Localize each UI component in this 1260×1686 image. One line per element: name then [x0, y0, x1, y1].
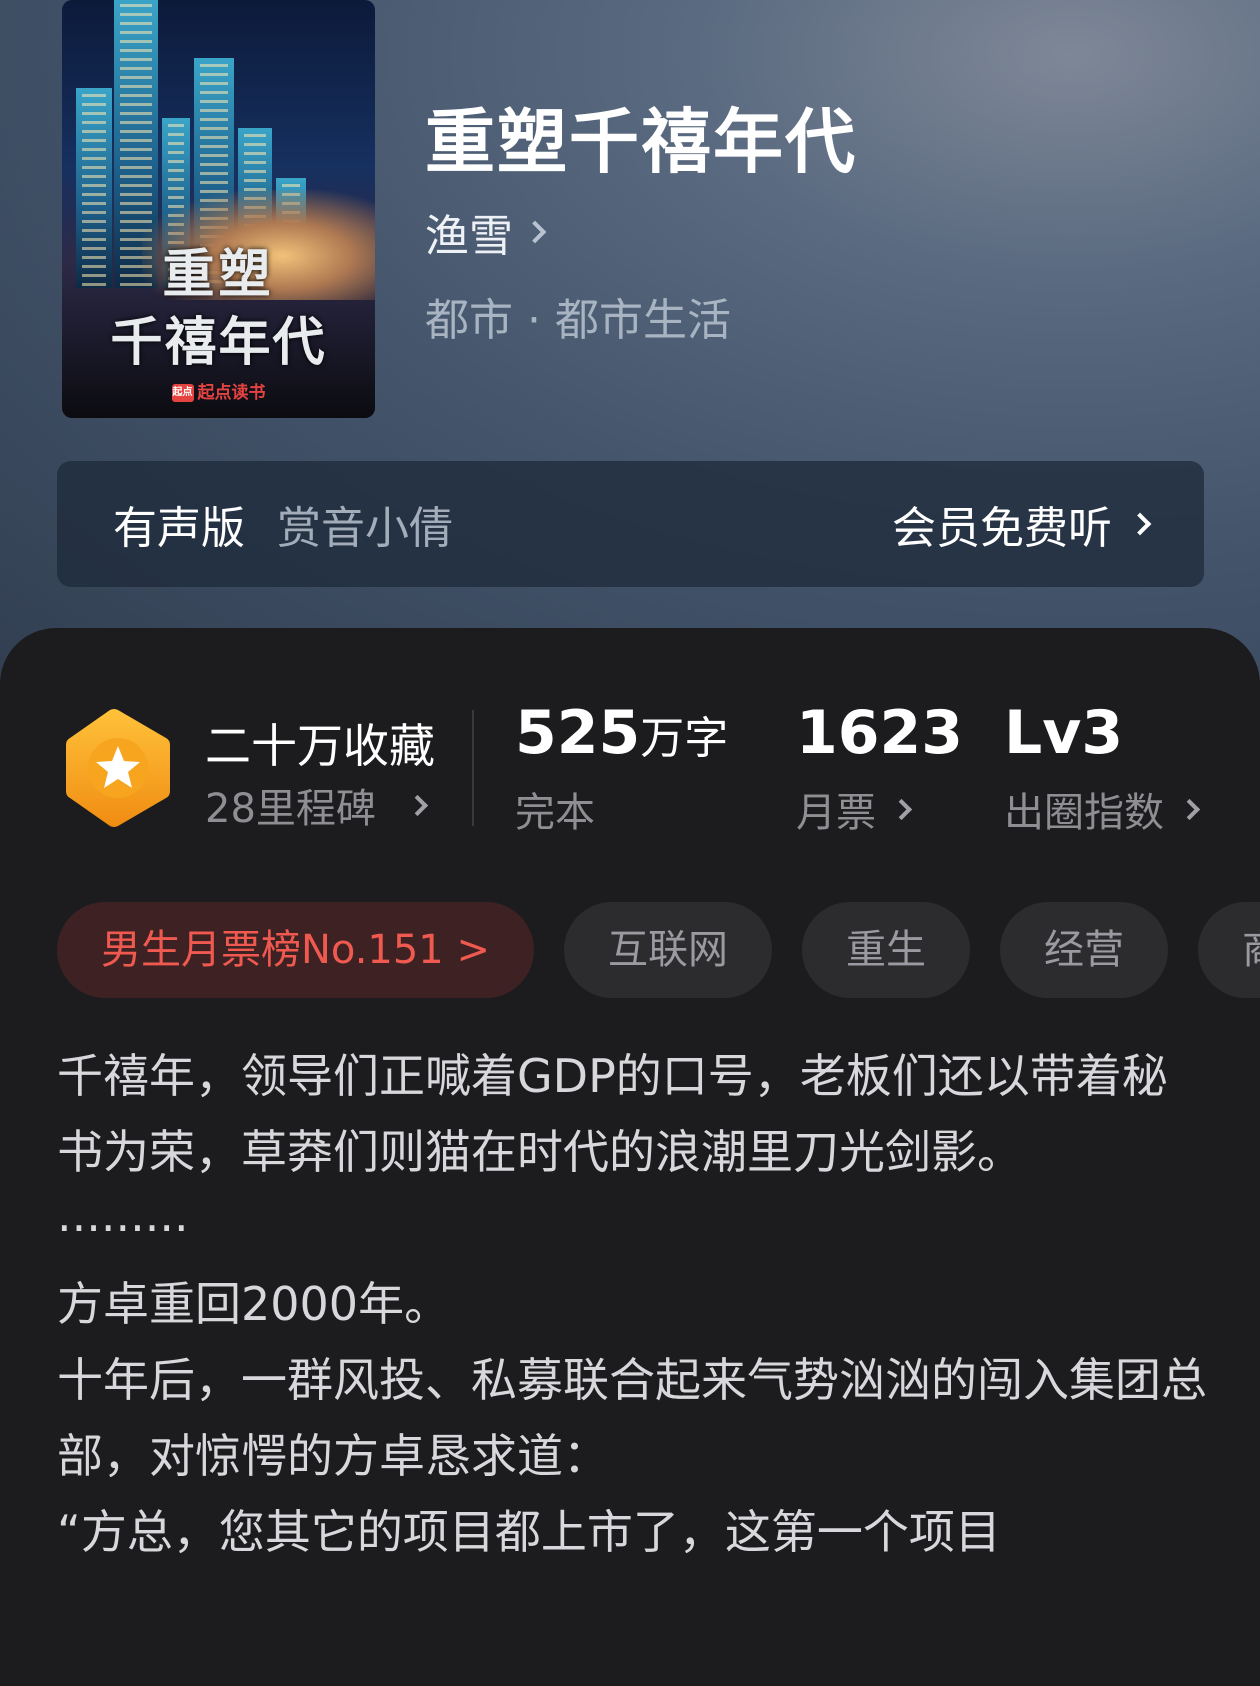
cover-title-line2: 千禧年代 [110, 312, 327, 373]
book-title: 重塑千禧年代 [425, 100, 857, 183]
book-detail-page: 重塑 千禧年代 起点 起点读书 重塑千禧年代 渔雪 都市 · 都市生活 有声版 赏… [0, 0, 1260, 1686]
stats-divider [472, 710, 474, 826]
tag-internet[interactable]: 互联网 [563, 902, 772, 998]
publisher-logo-icon: 起点 [171, 384, 194, 402]
stats-row: 二十万收藏 28里程碑 525万字 完本 1623 月票 Lv3 出圈指数 [0, 628, 1260, 848]
word-count-value: 525万字 [515, 698, 728, 768]
word-count-number: 525 [515, 698, 641, 768]
collect-count: 二十万收藏 [205, 719, 435, 773]
chevron-right-icon [1178, 798, 1201, 820]
synopsis-paragraph: “方总，您其它的项目都上市了，这第一个项目 [57, 1505, 1001, 1559]
monthly-ticket-value: 1623 [796, 698, 963, 768]
chevron-right-icon [890, 798, 913, 820]
book-genre: 都市 · 都市生活 [425, 295, 731, 346]
word-count-unit: 万字 [640, 713, 729, 764]
author-link[interactable]: 渔雪 [425, 200, 547, 264]
book-cover[interactable]: 重塑 千禧年代 起点 起点读书 [62, 0, 375, 418]
audio-narrator: 赏音小倩 [277, 503, 453, 554]
publisher-name: 起点读书 [197, 383, 266, 403]
audio-label: 有声版 [113, 503, 245, 554]
completion-status: 完本 [515, 780, 728, 838]
synopsis-paragraph: 十年后，一群风投、私募联合起来气势汹汹的闯入集团总部，对惊愕的方卓恳求道： [57, 1353, 1207, 1483]
word-count-stat: 525万字 完本 [515, 698, 728, 838]
milestone-label: 28里程碑 [205, 786, 376, 832]
popularity-level-value: Lv3 [1004, 698, 1124, 768]
listen-free-label: 会员免费听 [892, 503, 1112, 554]
audio-version-bar[interactable]: 有声版 赏音小倩 会员免费听 [57, 461, 1204, 587]
synopsis-paragraph: 方卓重回2000年。 [57, 1277, 451, 1331]
chevron-right-icon [523, 220, 547, 244]
tag-business[interactable]: 经营 [999, 902, 1168, 998]
book-header: 重塑 千禧年代 起点 起点读书 重塑千禧年代 渔雪 都市 · 都市生活 有声版 赏… [0, 0, 1260, 680]
tag-list: 男生月票榜No.151 > 互联网 重生 经营 商 [57, 902, 1260, 998]
hexagon-star-icon [66, 709, 170, 827]
synopsis-separator: ········· [57, 1201, 189, 1255]
tag-commerce[interactable]: 商 [1197, 902, 1260, 998]
monthly-ticket-stat[interactable]: 1623 月票 [796, 698, 963, 838]
cover-publisher: 起点 起点读书 [62, 378, 375, 403]
popularity-level-label: 出圈指数 [1004, 790, 1164, 836]
cover-title-line1: 重塑 [162, 244, 275, 305]
synopsis-paragraph: 千禧年，领导们正喊着GDP的口号，老板们还以带着秘书为荣，草莽们则猫在时代的浪潮… [57, 1049, 1168, 1179]
popularity-level-label-row: 出圈指数 [1004, 780, 1201, 838]
milestone-link[interactable]: 28里程碑 [205, 776, 429, 834]
author-name: 渔雪 [425, 211, 513, 262]
listen-free-button[interactable]: 会员免费听 [892, 492, 1152, 556]
monthly-ticket-label: 月票 [796, 790, 876, 836]
completion-label: 完本 [515, 790, 595, 836]
popularity-level-stat[interactable]: Lv3 出圈指数 [1004, 698, 1201, 838]
book-synopsis[interactable]: 千禧年，领导们正喊着GDP的口号，老板们还以带着秘书为荣，草莽们则猫在时代的浪潮… [57, 1038, 1207, 1570]
chevron-right-icon [1128, 512, 1152, 536]
chevron-right-icon [406, 794, 429, 816]
monthly-ticket-label-row: 月票 [796, 780, 963, 838]
tag-rebirth[interactable]: 重生 [801, 902, 970, 998]
book-info-panel: 二十万收藏 28里程碑 525万字 完本 1623 月票 Lv3 出圈指数 男生… [0, 628, 1260, 1686]
ranking-tag[interactable]: 男生月票榜No.151 > [57, 902, 534, 998]
